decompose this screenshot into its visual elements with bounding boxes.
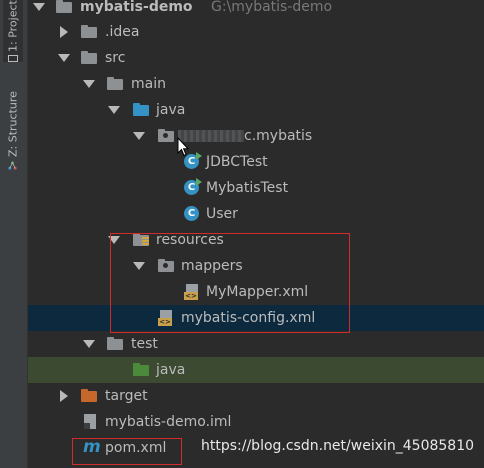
structure-icon <box>8 161 18 170</box>
tree-node-target[interactable]: target <box>28 383 484 409</box>
tree-node-mybatistest[interactable]: C MybatisTest <box>28 175 484 201</box>
node-label: java <box>156 102 186 118</box>
node-label: c.mybatis <box>244 128 313 144</box>
expand-arrow-icon[interactable] <box>58 52 70 64</box>
tree-node-jdbctest[interactable]: C JDBCTest <box>28 149 484 175</box>
module-file-icon <box>84 414 96 429</box>
highlight-box-resources <box>110 233 350 333</box>
source-folder-icon <box>133 103 149 116</box>
package-icon <box>158 129 174 142</box>
class-icon: C <box>184 178 202 195</box>
project-tool-tab[interactable]: 1: Project <box>3 0 23 62</box>
highlight-box-pom <box>72 438 182 465</box>
tree-node-user[interactable]: C User <box>28 201 484 227</box>
expand-arrow-icon[interactable] <box>133 130 145 142</box>
tree-node-src[interactable]: src <box>28 45 484 71</box>
folder-icon <box>107 337 123 350</box>
node-label: JDBCTest <box>206 154 268 170</box>
expand-arrow-icon[interactable] <box>33 1 45 13</box>
project-icon <box>8 54 18 62</box>
project-tab-label: 1: Project <box>6 0 20 52</box>
node-label: MybatisTest <box>206 180 289 196</box>
node-label: target <box>105 388 148 404</box>
node-label: main <box>131 76 166 92</box>
watermark-text: https://blog.csdn.net/weixin_45085810 <box>201 438 475 454</box>
folder-icon <box>107 77 123 90</box>
expand-arrow-icon[interactable] <box>83 78 95 90</box>
folder-icon <box>81 51 97 64</box>
module-folder-icon <box>56 0 72 13</box>
collapse-arrow-icon[interactable] <box>58 390 70 402</box>
node-label: mybatis-demo.iml <box>105 414 232 430</box>
project-name: mybatis-demo <box>80 0 193 15</box>
node-label: User <box>206 206 238 222</box>
tree-node-iml[interactable]: mybatis-demo.iml <box>28 409 484 435</box>
expand-arrow-icon[interactable] <box>83 338 95 350</box>
project-tree[interactable]: mybatis-demo G:\mybatis-demo .idea src m… <box>28 0 484 468</box>
tree-node-java[interactable]: java <box>28 97 484 123</box>
node-label: src <box>105 50 126 66</box>
tree-node-test-java[interactable]: java <box>28 357 484 383</box>
tree-node-package[interactable]: c.mybatis <box>28 123 484 149</box>
tree-node-project[interactable]: mybatis-demo G:\mybatis-demo <box>28 0 484 20</box>
structure-tab-label: Z: Structure <box>6 91 20 157</box>
node-label: test <box>131 336 158 352</box>
structure-tool-tab[interactable]: Z: Structure <box>3 78 23 170</box>
expand-arrow-icon[interactable] <box>108 104 120 116</box>
collapse-arrow-icon[interactable] <box>58 26 70 38</box>
project-path: G:\mybatis-demo <box>211 0 333 15</box>
folder-icon <box>81 25 97 38</box>
excluded-folder-icon <box>81 389 97 402</box>
tree-node-idea[interactable]: .idea <box>28 19 484 45</box>
node-label: .idea <box>105 24 140 40</box>
node-label: java <box>156 362 186 378</box>
test-source-folder-icon <box>133 363 149 376</box>
mouse-cursor-icon <box>177 137 189 157</box>
tree-node-test[interactable]: test <box>28 331 484 357</box>
tree-node-main[interactable]: main <box>28 71 484 97</box>
tool-window-strip: 1: Project Z: Structure <box>0 0 28 468</box>
class-icon: C <box>184 206 199 221</box>
